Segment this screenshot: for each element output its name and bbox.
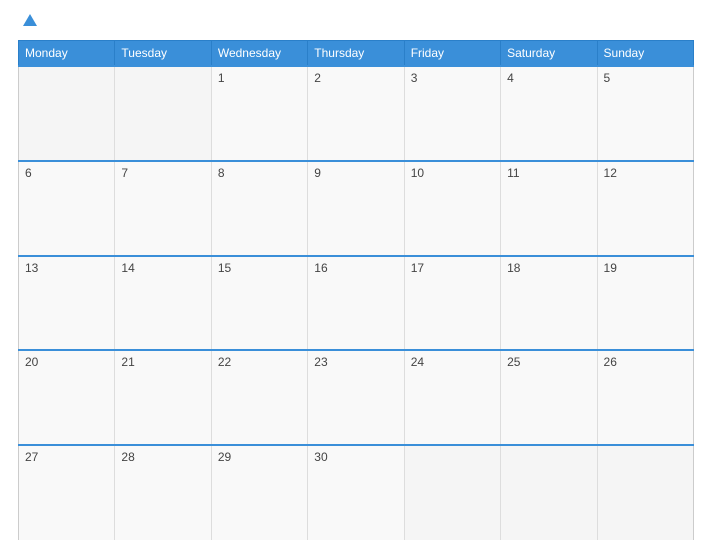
calendar-day-cell [19,66,115,161]
day-number: 6 [25,166,32,180]
day-number: 4 [507,71,514,85]
day-number: 17 [411,261,424,275]
calendar-week-row: 13 14 15 16 17 18 19 [19,256,694,351]
calendar-day-cell: 30 [308,445,404,540]
calendar-day-cell: 26 [597,350,693,445]
day-number: 7 [121,166,128,180]
calendar-week-row: 27 28 29 30 [19,445,694,540]
day-number: 2 [314,71,321,85]
calendar-day-cell: 21 [115,350,211,445]
day-number: 9 [314,166,321,180]
weekday-header-monday: Monday [19,41,115,67]
calendar-day-cell: 3 [404,66,500,161]
calendar-day-cell [501,445,597,540]
weekday-header-sunday: Sunday [597,41,693,67]
calendar-day-cell: 7 [115,161,211,256]
day-number: 3 [411,71,418,85]
calendar-day-cell: 12 [597,161,693,256]
calendar-day-cell: 27 [19,445,115,540]
calendar-day-cell: 4 [501,66,597,161]
calendar-day-cell: 29 [211,445,307,540]
calendar-day-cell: 11 [501,161,597,256]
day-number: 27 [25,450,38,464]
calendar-day-cell: 2 [308,66,404,161]
calendar-week-row: 6 7 8 9 10 11 12 [19,161,694,256]
calendar-week-row: 1 2 3 4 5 [19,66,694,161]
day-number: 20 [25,355,38,369]
calendar-day-cell: 17 [404,256,500,351]
calendar-day-cell: 9 [308,161,404,256]
calendar-day-cell: 20 [19,350,115,445]
weekday-header-wednesday: Wednesday [211,41,307,67]
day-number: 18 [507,261,520,275]
logo-triangle-icon [23,14,37,26]
weekday-header-friday: Friday [404,41,500,67]
day-number: 30 [314,450,327,464]
calendar-page: MondayTuesdayWednesdayThursdayFridaySatu… [0,0,712,550]
calendar-day-cell: 23 [308,350,404,445]
day-number: 13 [25,261,38,275]
calendar-day-cell: 8 [211,161,307,256]
day-number: 1 [218,71,225,85]
day-number: 28 [121,450,134,464]
day-number: 22 [218,355,231,369]
calendar-day-cell: 13 [19,256,115,351]
calendar-day-cell: 28 [115,445,211,540]
day-number: 23 [314,355,327,369]
day-number: 21 [121,355,134,369]
calendar-day-cell: 5 [597,66,693,161]
day-number: 8 [218,166,225,180]
calendar-day-cell: 15 [211,256,307,351]
day-number: 5 [604,71,611,85]
weekday-header-tuesday: Tuesday [115,41,211,67]
calendar-day-cell: 25 [501,350,597,445]
day-number: 15 [218,261,231,275]
calendar-day-cell [597,445,693,540]
day-number: 11 [507,166,519,180]
calendar-day-cell: 19 [597,256,693,351]
calendar-week-row: 20 21 22 23 24 25 26 [19,350,694,445]
logo [18,14,37,28]
calendar-day-cell: 6 [19,161,115,256]
calendar-day-cell: 16 [308,256,404,351]
day-number: 24 [411,355,424,369]
day-number: 12 [604,166,617,180]
weekday-header-row: MondayTuesdayWednesdayThursdayFridaySatu… [19,41,694,67]
calendar-day-cell: 18 [501,256,597,351]
calendar-day-cell: 22 [211,350,307,445]
day-number: 26 [604,355,617,369]
calendar-day-cell [404,445,500,540]
day-number: 29 [218,450,231,464]
calendar-day-cell [115,66,211,161]
weekday-header-thursday: Thursday [308,41,404,67]
calendar-day-cell: 24 [404,350,500,445]
day-number: 14 [121,261,134,275]
calendar-table: MondayTuesdayWednesdayThursdayFridaySatu… [18,40,694,540]
day-number: 10 [411,166,424,180]
weekday-header-saturday: Saturday [501,41,597,67]
calendar-day-cell: 14 [115,256,211,351]
calendar-header [18,10,694,32]
calendar-day-cell: 10 [404,161,500,256]
day-number: 16 [314,261,327,275]
day-number: 19 [604,261,617,275]
calendar-day-cell: 1 [211,66,307,161]
day-number: 25 [507,355,520,369]
